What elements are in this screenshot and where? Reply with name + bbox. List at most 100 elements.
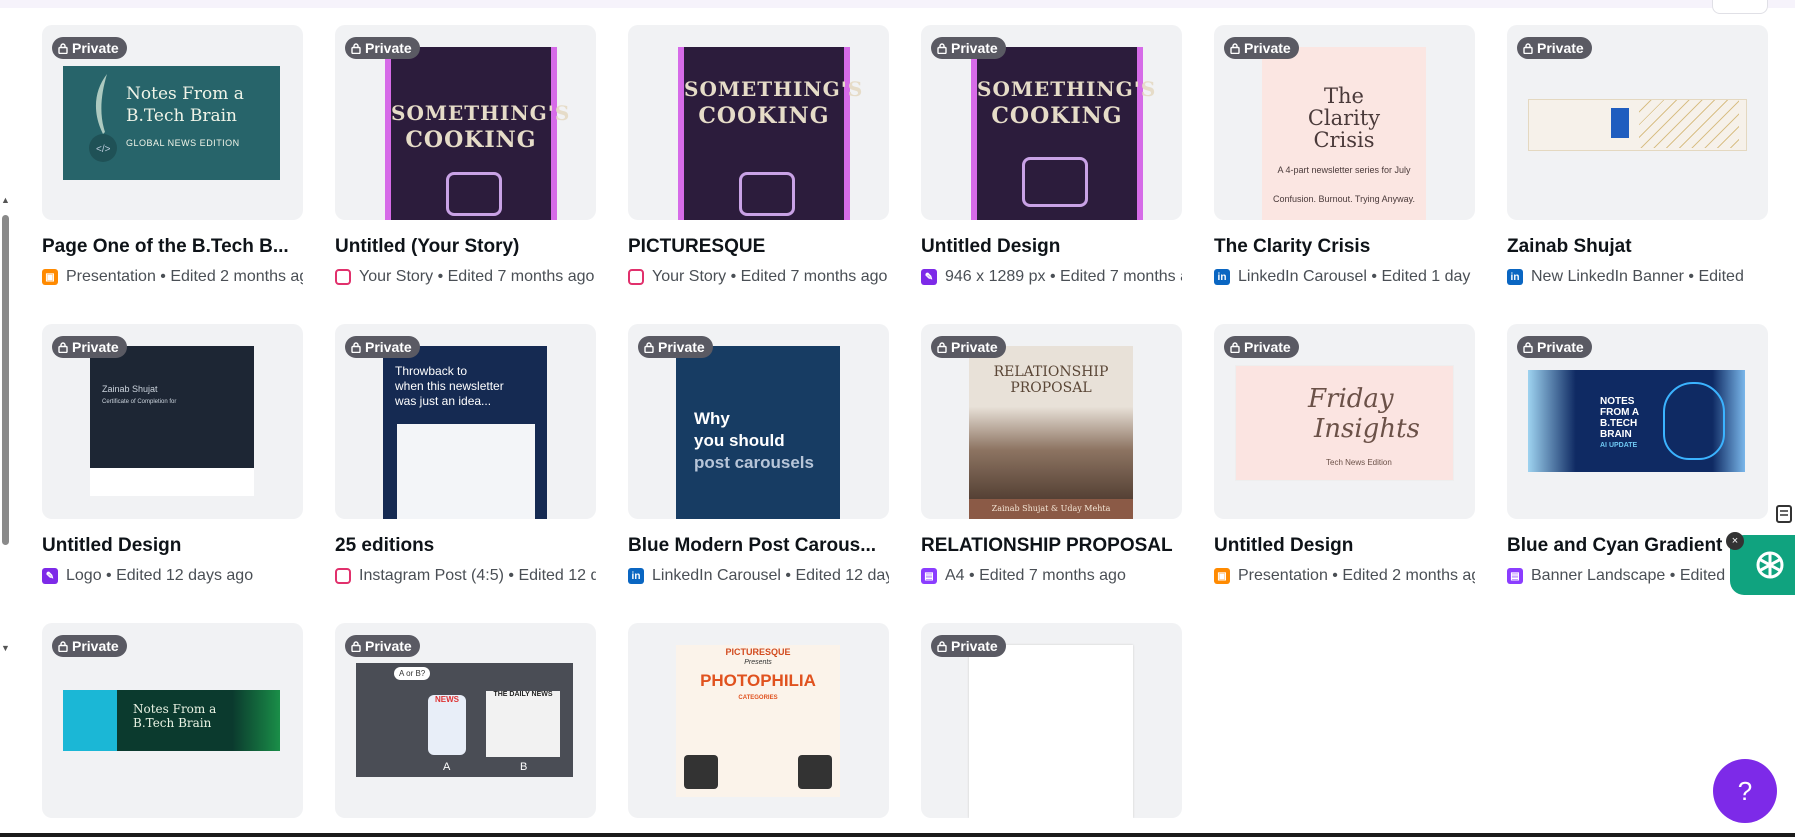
design-thumbnail[interactable]: Private The Clarity Crisis A 4-part newsle… (1214, 25, 1475, 220)
design-card[interactable]: Private </> Notes From a B.Tech Brain GL… (42, 25, 303, 324)
thumb-text: Presents (744, 659, 772, 666)
instagram-icon (335, 269, 351, 285)
thumb-text: THE DAILY NEWS (486, 691, 560, 757)
thumb-text: NEWS (428, 695, 466, 755)
top-right-button[interactable] (1712, 0, 1768, 14)
design-type: New LinkedIn Banner (1531, 268, 1684, 285)
thumb-text: Throwback to when this newsletter was just… (395, 364, 504, 408)
design-thumbnail[interactable]: Private Zainab Shujat Certificate of Com… (42, 324, 303, 519)
design-card[interactable]: Private (921, 623, 1182, 823)
design-edited: Edited 7 months ago (447, 268, 595, 285)
thumb-text: Tech News Edition (1326, 458, 1392, 467)
printer-icon: ▤ (921, 568, 937, 584)
design-meta: ▣ Presentation • Edited 2 months ago (42, 268, 303, 286)
camera-icon (446, 172, 502, 216)
design-meta: Your Story • Edited 7 months ago (628, 268, 889, 286)
design-title[interactable]: Untitled Design (921, 236, 1182, 258)
design-thumbnail[interactable]: Private A or B? NEWS THE DAILY NEWS A B (335, 623, 596, 818)
design-card[interactable]: Private Throwback to when this newsletter… (335, 324, 596, 623)
design-edited: Edited 2 months ago (170, 268, 303, 285)
document-icon[interactable] (1774, 504, 1794, 524)
thumb-text: Confusion. Burnout. Trying Anyway. (1273, 194, 1415, 204)
design-title[interactable]: Zainab Shujat (1507, 236, 1768, 258)
design-thumbnail[interactable]: Private </> Notes From a B.Tech Brain GL… (42, 25, 303, 220)
thumb-text: B.Tech Brain (126, 106, 237, 126)
thumb-text: NOTES FROM A B.TECH BRAIN AI UPDATE (1600, 396, 1640, 449)
design-title[interactable]: Untitled Design (42, 535, 303, 557)
design-thumbnail[interactable]: Private Why you should post carousels (628, 324, 889, 519)
design-meta: Instagram Post (4:5) • Edited 12 days ag… (335, 567, 596, 585)
quill-icon: </> (85, 74, 119, 164)
design-title[interactable]: RELATIONSHIP PROPOSAL (921, 535, 1182, 557)
design-thumbnail[interactable]: Private (921, 623, 1182, 818)
thumb-text: A (443, 761, 451, 773)
design-type: Your Story (652, 268, 727, 285)
design-thumbnail[interactable]: Private RELATIONSHIP PROPOSAL Zainab Shuj… (921, 324, 1182, 519)
private-badge: Private (1224, 37, 1299, 59)
design-thumbnail[interactable]: Private NOTES FROM A B.TECH BRAIN AI UPDATE (1507, 324, 1768, 519)
design-thumbnail[interactable]: Private (1507, 25, 1768, 220)
design-type: A4 (945, 567, 965, 584)
design-card[interactable]: Private Friday Insights Tech News Edition… (1214, 324, 1475, 623)
lock-icon (58, 342, 68, 353)
design-thumbnail[interactable]: Private Throwback to when this newsletter… (335, 324, 596, 519)
scroll-up-arrow-icon[interactable]: ▲ (0, 195, 11, 205)
design-edited: Edited 7 months ago (979, 567, 1126, 584)
design-thumbnail[interactable]: Private Friday Insights Tech News Edition (1214, 324, 1475, 519)
design-type: Logo (66, 567, 102, 584)
design-card[interactable]: Private SOMETHING'S COOKING Untitled Des… (921, 25, 1182, 324)
design-title[interactable]: Blue Modern Post Carous... (628, 535, 889, 557)
design-title[interactable]: The Clarity Crisis (1214, 236, 1475, 258)
thumbnail-artwork: Throwback to when this newsletter was just… (383, 346, 547, 519)
linkedin-icon: in (1507, 269, 1523, 285)
design-card[interactable]: Private Notes From a B.Tech Brain (42, 623, 303, 823)
design-title[interactable]: PICTURESQUE (628, 236, 889, 258)
design-title[interactable]: Untitled (Your Story) (335, 236, 596, 258)
private-badge: Private (345, 635, 420, 657)
design-thumbnail[interactable]: PICTURESQUE Presents PHOTOPHILIA CATEGOR… (628, 623, 889, 818)
design-card[interactable]: Private SOMETHING'S COOKING Untitled (Yo… (335, 25, 596, 324)
design-card[interactable]: PICTURESQUE Presents PHOTOPHILIA CATEGOR… (628, 623, 889, 823)
scrollbar-thumb[interactable] (2, 215, 9, 545)
lock-icon (351, 641, 361, 652)
design-thumbnail[interactable]: Private SOMETHING'S COOKING (921, 25, 1182, 220)
private-badge: Private (52, 336, 127, 358)
design-meta: ▤ A4 • Edited 7 months ago (921, 567, 1182, 585)
design-title[interactable]: Untitled Design (1214, 535, 1475, 557)
thumb-text: Why you should post carousels (694, 409, 814, 472)
private-badge: Private (1517, 37, 1592, 59)
thumbnail-artwork (1528, 99, 1747, 151)
design-card[interactable]: Private Why you should post carousels Blue… (628, 324, 889, 623)
scroll-down-arrow-icon[interactable]: ▼ (0, 643, 11, 653)
design-edited: Edited 7 months ago (1060, 268, 1182, 285)
private-badge: Private (345, 37, 420, 59)
pencil-icon: ✎ (42, 568, 58, 584)
design-card[interactable]: Private NOTES FROM A B.TECH BRAIN AI UPDATE … (1507, 324, 1768, 623)
thumb-text: Notes From a B.Tech Brain (133, 702, 217, 730)
banner-decoration (1639, 100, 1739, 148)
top-background (0, 0, 1795, 8)
design-card[interactable]: Private RELATIONSHIP PROPOSAL Zainab Shuj… (921, 324, 1182, 623)
thumb-text: GLOBAL NEWS EDITION (126, 138, 240, 148)
design-title[interactable]: 25 editions (335, 535, 596, 557)
thumb-text: B (520, 761, 528, 773)
design-card[interactable]: Private Zainab Shujat Certificate of Com… (42, 324, 303, 623)
design-card[interactable]: Private The Clarity Crisis A 4-part newsle… (1214, 25, 1475, 324)
design-card[interactable]: Private Zainab Shujat in New LinkedIn Ban… (1507, 25, 1768, 324)
lock-icon (58, 43, 68, 54)
design-edited: Edited 12 days ago (795, 567, 889, 584)
design-edited: Edited 2 months ago (1342, 567, 1475, 584)
design-card[interactable]: SOMETHING'S COOKING PICTURESQUE Your Sto… (628, 25, 889, 324)
close-icon[interactable]: × (1726, 532, 1744, 550)
design-thumbnail[interactable]: Private SOMETHING'S COOKING (335, 25, 596, 220)
design-thumbnail[interactable]: SOMETHING'S COOKING (628, 25, 889, 220)
thumbnail-artwork: SOMETHING'S COOKING (678, 47, 862, 220)
design-thumbnail[interactable]: Private Notes From a B.Tech Brain (42, 623, 303, 818)
scrollbar[interactable]: ▲ ▼ (0, 195, 11, 655)
design-card[interactable]: Private A or B? NEWS THE DAILY NEWS A B (335, 623, 596, 823)
pencil-icon: ✎ (921, 269, 937, 285)
private-badge: Private (931, 635, 1006, 657)
help-button[interactable]: ? (1713, 759, 1777, 823)
design-type: Your Story (359, 268, 434, 285)
design-title[interactable]: Page One of the B.Tech B... (42, 236, 303, 258)
